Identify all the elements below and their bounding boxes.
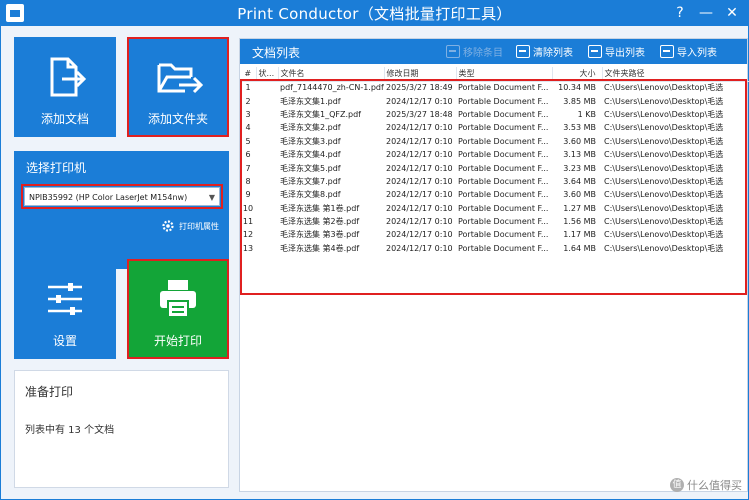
clear-icon xyxy=(516,45,530,58)
remove-icon xyxy=(446,45,460,58)
export-list-label: 导出列表 xyxy=(605,48,645,59)
status-title: 准备打印 xyxy=(25,385,74,399)
status-count: 列表中有 13 个文档 xyxy=(25,425,115,436)
column-header-path[interactable]: 文件夹路径 xyxy=(602,67,749,82)
remove-item-button[interactable]: 移除条目 xyxy=(446,44,503,59)
document-list-panel: 文档列表 移除条目 清除列表 导出列表 导入列表 # 状... 文件名 修改日期… xyxy=(239,38,749,492)
start-print-label: 开始打印 xyxy=(153,334,202,348)
printer-heading: 选择打印机 xyxy=(26,161,87,175)
clear-list-button[interactable]: 清除列表 xyxy=(516,44,573,59)
close-button[interactable]: ✕ xyxy=(722,3,742,23)
import-icon xyxy=(660,45,674,58)
remove-item-label: 移除条目 xyxy=(463,48,503,59)
printer-properties-label: 打印机属性 xyxy=(179,221,219,231)
printer-select[interactable]: NPIB35992 (HP Color LaserJet M154nw) ▼ xyxy=(21,184,223,209)
printer-properties-button[interactable]: 打印机属性 xyxy=(161,219,219,233)
printer-panel: 选择打印机 NPIB35992 (HP Color LaserJet M154n… xyxy=(14,151,229,269)
watermark-badge: 值 xyxy=(670,478,684,492)
import-list-button[interactable]: 导入列表 xyxy=(660,44,717,59)
column-header-index[interactable]: # xyxy=(240,67,257,82)
start-print-button[interactable]: 开始打印 xyxy=(127,259,229,359)
column-header-modified[interactable]: 修改日期 xyxy=(384,67,457,82)
document-list-header: 文档列表 移除条目 清除列表 导出列表 导入列表 xyxy=(240,39,747,64)
add-folder-icon xyxy=(157,63,203,94)
title-bar: Print Conductor（文档批量打印工具） ? — ✕ xyxy=(0,0,749,26)
import-list-label: 导入列表 xyxy=(677,48,717,59)
export-list-button[interactable]: 导出列表 xyxy=(588,44,645,59)
window-title: Print Conductor（文档批量打印工具） xyxy=(237,5,512,23)
printer-icon xyxy=(160,280,196,318)
export-icon xyxy=(588,45,602,58)
add-document-icon xyxy=(50,57,87,97)
table-header-row: # 状... 文件名 修改日期 类型 大小 文件夹路径 xyxy=(240,67,749,82)
document-list-title: 文档列表 xyxy=(252,46,301,60)
column-header-filename[interactable]: 文件名 xyxy=(278,67,385,82)
clear-list-label: 清除列表 xyxy=(533,48,573,59)
status-box: 准备打印 列表中有 13 个文档 xyxy=(14,370,229,488)
add-document-label: 添加文档 xyxy=(40,112,89,126)
highlight-box xyxy=(240,79,747,295)
column-header-size[interactable]: 大小 xyxy=(552,67,603,82)
column-header-type[interactable]: 类型 xyxy=(456,67,553,82)
main-area: 添加文档 添加文件夹 选择打印机 NPIB35992 (HP Color Las… xyxy=(0,26,749,500)
settings-button[interactable]: 设置 xyxy=(14,259,116,359)
minimize-button[interactable]: — xyxy=(696,3,716,23)
sliders-icon xyxy=(48,283,82,315)
add-folder-button[interactable]: 添加文件夹 xyxy=(127,37,229,137)
add-document-button[interactable]: 添加文档 xyxy=(14,37,116,137)
column-header-status[interactable]: 状... xyxy=(256,67,279,82)
add-folder-label: 添加文件夹 xyxy=(147,112,208,126)
settings-label: 设置 xyxy=(52,334,77,348)
printer-select-value: NPIB35992 (HP Color LaserJet M154nw) xyxy=(29,193,188,202)
watermark-text: 什么值得买 xyxy=(687,479,742,492)
help-button[interactable]: ? xyxy=(670,3,690,23)
chevron-down-icon: ▼ xyxy=(208,193,215,202)
gear-icon xyxy=(162,220,174,232)
watermark: 值 什么值得买 xyxy=(670,477,742,493)
